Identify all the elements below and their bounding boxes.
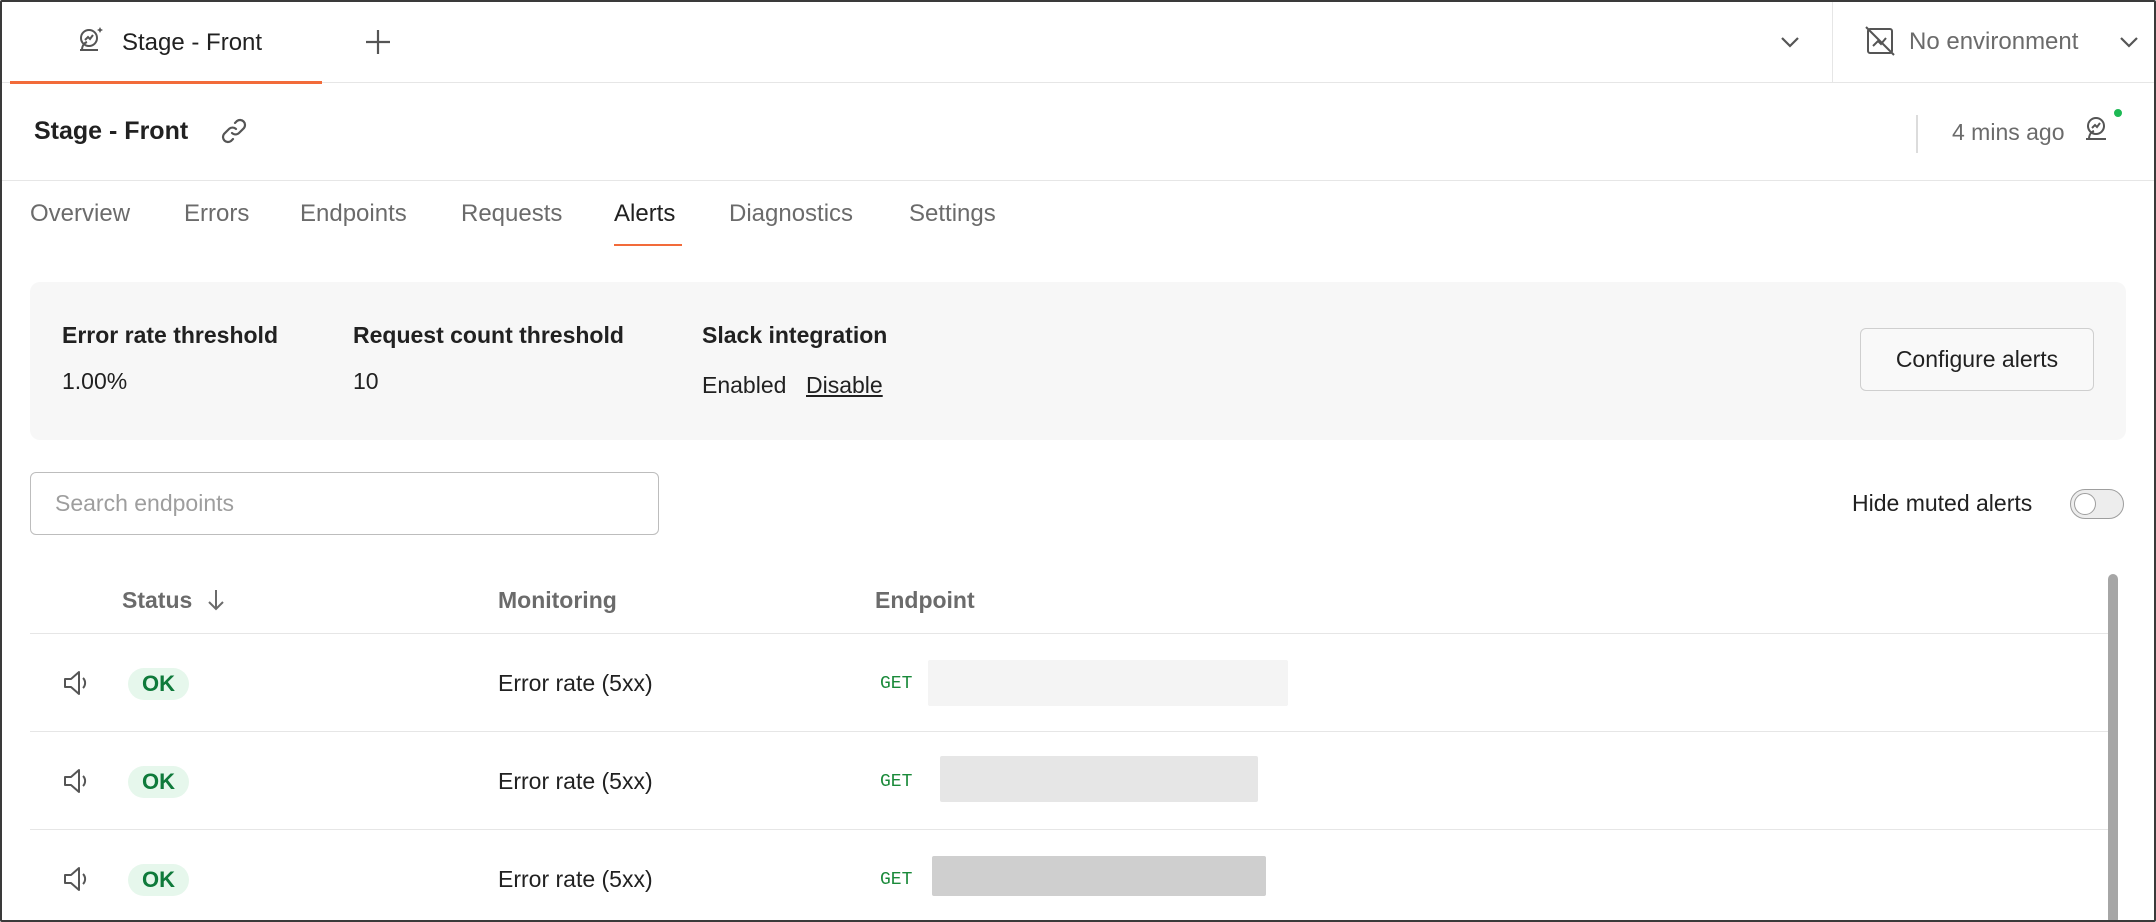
disable-slack-link[interactable]: Disable bbox=[806, 372, 883, 399]
tab-endpoints[interactable]: Endpoints bbox=[300, 200, 407, 228]
header-divider bbox=[1916, 115, 1918, 153]
status-badge: OK bbox=[128, 668, 189, 700]
no-environment-icon bbox=[1865, 26, 1895, 56]
tab-settings[interactable]: Settings bbox=[909, 200, 996, 228]
speaker-icon[interactable] bbox=[60, 862, 94, 896]
section-tabs: Overview Errors Endpoints Requests Alert… bbox=[2, 182, 2154, 248]
error-rate-label: Error rate threshold bbox=[62, 322, 278, 348]
toggle-knob bbox=[2074, 493, 2096, 515]
environment-selector[interactable]: No environment bbox=[1832, 2, 2154, 83]
endpoint-path-redacted[interactable] bbox=[928, 660, 1288, 706]
search-input[interactable] bbox=[30, 472, 659, 535]
link-icon[interactable] bbox=[218, 115, 250, 147]
http-method: GET bbox=[880, 674, 913, 694]
table-row[interactable]: OK Error rate (5xx) GET bbox=[30, 634, 2110, 732]
monitoring-type: Error rate (5xx) bbox=[498, 768, 653, 794]
table-row[interactable]: OK Error rate (5xx) GET bbox=[30, 732, 2110, 830]
tab-bar: Stage - Front No environment bbox=[2, 2, 2154, 84]
request-count-value: 10 bbox=[353, 368, 379, 394]
alerts-table: Status Monitoring Endpoint OK Error rate… bbox=[30, 567, 2110, 920]
scrollbar-thumb[interactable] bbox=[2108, 574, 2118, 920]
chevron-down-icon bbox=[2120, 37, 2138, 48]
column-monitoring: Monitoring bbox=[498, 587, 617, 613]
endpoint-path-redacted[interactable] bbox=[940, 756, 1258, 802]
http-method: GET bbox=[880, 772, 913, 792]
slack-integration-label: Slack integration bbox=[702, 322, 888, 348]
column-endpoint: Endpoint bbox=[875, 587, 975, 613]
monitor-icon[interactable] bbox=[2080, 111, 2116, 147]
configure-alerts-button[interactable]: Configure alerts bbox=[1860, 328, 2094, 391]
chevron-down-icon[interactable] bbox=[1776, 30, 1804, 54]
environment-label: No environment bbox=[1909, 28, 2079, 55]
tab-errors[interactable]: Errors bbox=[184, 200, 249, 228]
hide-muted-label: Hide muted alerts bbox=[1852, 490, 2033, 516]
request-count-label: Request count threshold bbox=[353, 322, 624, 348]
tab-stage-front[interactable]: Stage - Front bbox=[10, 2, 322, 84]
last-updated: 4 mins ago bbox=[1952, 119, 2065, 145]
tab-diagnostics[interactable]: Diagnostics bbox=[729, 200, 853, 228]
alert-summary-panel: Error rate threshold 1.00% Request count… bbox=[30, 282, 2126, 440]
status-badge: OK bbox=[128, 864, 189, 896]
page-title: Stage - Front bbox=[34, 117, 189, 145]
status-badge: OK bbox=[128, 766, 189, 798]
monitoring-type: Error rate (5xx) bbox=[498, 866, 653, 892]
column-status[interactable]: Status bbox=[122, 587, 192, 614]
slack-integration-value: Enabled bbox=[702, 372, 787, 398]
monitor-icon bbox=[80, 27, 103, 51]
monitoring-type: Error rate (5xx) bbox=[498, 670, 653, 696]
speaker-icon[interactable] bbox=[60, 764, 94, 798]
table-row[interactable]: OK Error rate (5xx) GET bbox=[30, 830, 2110, 920]
tab-alerts[interactable]: Alerts bbox=[614, 200, 675, 228]
status-indicator bbox=[2112, 107, 2124, 119]
page-header: Stage - Front 4 mins ago bbox=[2, 83, 2154, 181]
active-tab-indicator bbox=[614, 244, 682, 246]
tab-overview[interactable]: Overview bbox=[30, 200, 130, 228]
tab-requests[interactable]: Requests bbox=[461, 200, 562, 228]
plus-icon[interactable] bbox=[360, 24, 396, 60]
table-header: Status Monitoring Endpoint bbox=[30, 567, 2110, 634]
error-rate-value: 1.00% bbox=[62, 368, 128, 394]
http-method: GET bbox=[880, 870, 913, 890]
speaker-icon[interactable] bbox=[60, 666, 94, 700]
app-window: Stage - Front No environment Stage - Fro… bbox=[0, 0, 2156, 922]
endpoint-path-redacted[interactable] bbox=[932, 856, 1266, 896]
hide-muted-toggle[interactable] bbox=[2070, 489, 2124, 519]
tab-label: Stage - Front bbox=[122, 28, 263, 56]
arrow-down-icon[interactable] bbox=[204, 587, 228, 613]
